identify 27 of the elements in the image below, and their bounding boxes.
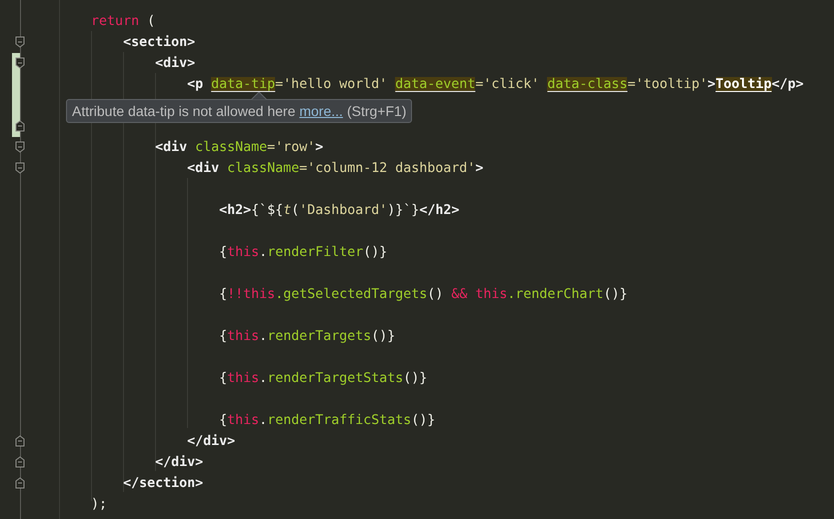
fold-start-icon[interactable] [15,57,25,69]
fold-end-icon[interactable] [15,456,25,468]
code-line: </section> [122,475,204,493]
code-line: <h2>{`${t('Dashboard')}`}</h2> [218,202,460,220]
code-line: <div className='column-12 dashboard'> [186,160,484,178]
code-line: </div> [154,454,204,472]
fold-end-icon[interactable] [15,120,25,132]
fold-start-icon[interactable] [15,36,25,48]
more-link[interactable]: more... [299,100,343,122]
fold-start-icon[interactable] [15,141,25,153]
tooltip-message: Attribute data-tip is not allowed here [72,102,296,121]
code-line: {this.renderFilter()} [218,244,388,262]
code-line: <section> [122,34,196,52]
code-line: {this.renderTargetStats()} [218,370,428,388]
fold-end-icon[interactable] [15,435,25,447]
code-line: ); [90,496,108,514]
code-line: {this.renderTrafficStats()} [218,412,436,430]
code-line: </div> [186,433,236,451]
code-line: <p data-tip='hello world' data-event='click' data-class='tooltip'>Tooltip</p> [186,76,804,94]
code-line: <div> [154,55,196,73]
shortcut-hint: (Strg+F1) [346,102,406,121]
code-line: <div className='row'> [154,139,324,157]
code-line: return ( [90,13,156,31]
code-line: {this.renderTargets()} [218,328,396,346]
code-line: {!!this.getSelectedTargets() && this.renderChart()} [218,286,628,304]
fold-start-icon[interactable] [15,162,25,174]
fold-end-icon[interactable] [15,477,25,489]
